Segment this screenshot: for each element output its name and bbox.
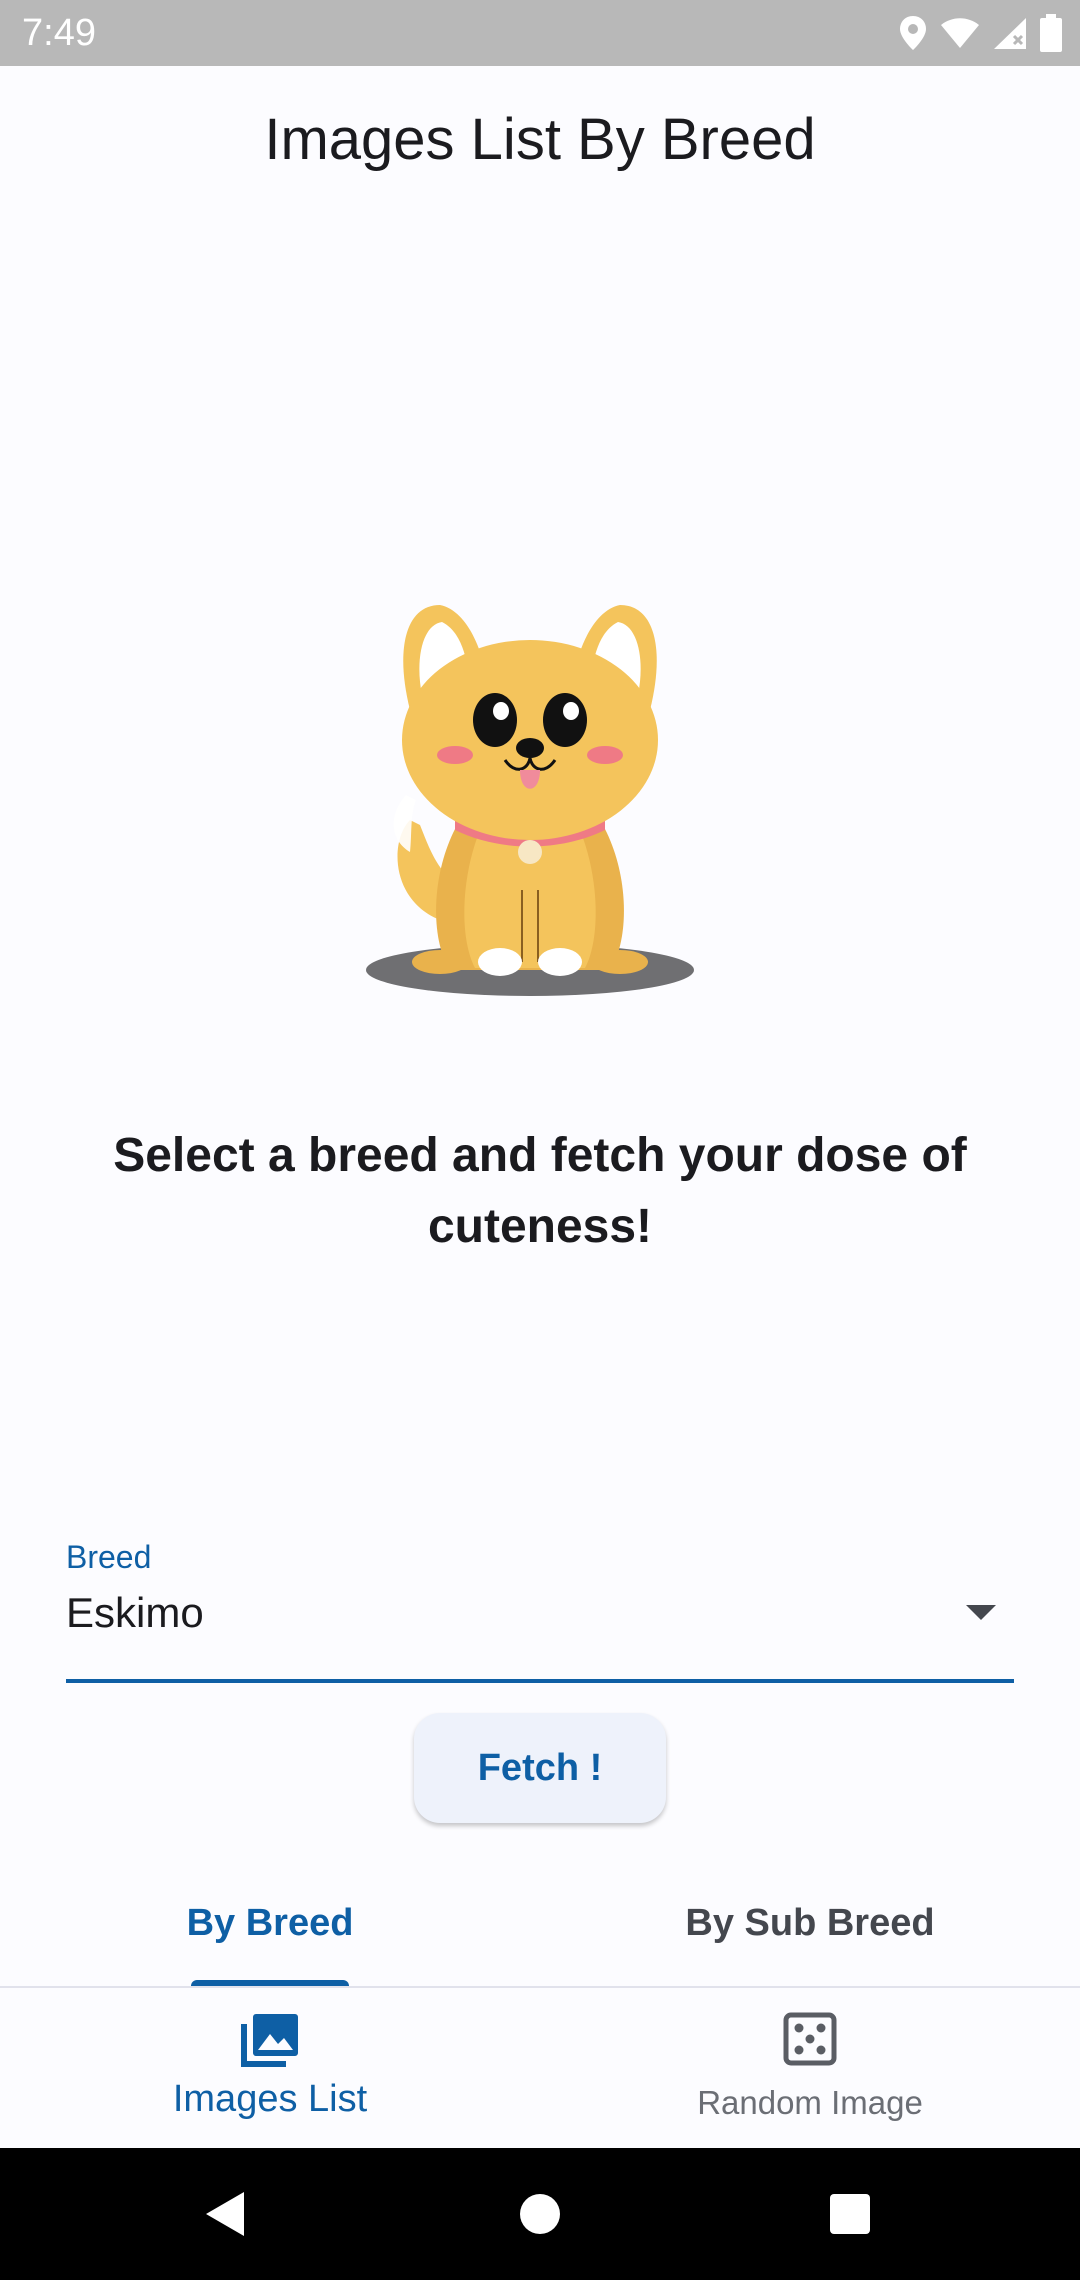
headline-text: Select a breed and fetch your dose of cu… bbox=[113, 1129, 967, 1253]
back-icon[interactable] bbox=[196, 2184, 256, 2244]
dice-icon bbox=[783, 2012, 837, 2071]
dropdown-arrow-icon[interactable] bbox=[966, 1605, 996, 1620]
page-title: Images List By Breed bbox=[264, 107, 816, 172]
signal-icon bbox=[992, 16, 1028, 50]
breed-dropdown[interactable]: Breed Eskimo bbox=[66, 1535, 1014, 1683]
app-screen: 7:49 Images List By Breed Select a breed… bbox=[0, 0, 1080, 2280]
breed-tabs: By Breed By Sub Breed bbox=[0, 1860, 1080, 1988]
breed-label: Breed bbox=[66, 1539, 152, 1575]
breed-underline bbox=[66, 1679, 1014, 1683]
recents-icon[interactable] bbox=[820, 2184, 880, 2244]
system-navigation-bar bbox=[0, 2148, 1080, 2280]
tab-by-breed[interactable]: By Breed bbox=[0, 1860, 540, 1986]
home-icon[interactable] bbox=[510, 2184, 570, 2244]
status-icons bbox=[898, 12, 1062, 54]
cartoon-dog-illustration bbox=[360, 590, 700, 1010]
nav-item-random-image[interactable]: Random Image bbox=[540, 1988, 1080, 2148]
bottom-navigation: Images List Random Image bbox=[0, 1988, 1080, 2148]
battery-icon bbox=[1040, 14, 1062, 52]
wifi-icon bbox=[940, 17, 980, 49]
fetch-button[interactable]: Fetch ! bbox=[414, 1713, 666, 1823]
nav-item-images-list[interactable]: Images List bbox=[0, 1988, 540, 2148]
photo-library-icon bbox=[240, 2012, 300, 2073]
breed-selected-value: Eskimo bbox=[66, 1589, 204, 1636]
nav-label-random-image: Random Image bbox=[697, 2084, 923, 2121]
status-bar: 7:49 bbox=[0, 0, 1080, 66]
nav-label-images-list: Images List bbox=[172, 2078, 368, 2120]
location-icon bbox=[898, 14, 928, 52]
status-time: 7:49 bbox=[22, 12, 96, 54]
tab-by-sub-breed[interactable]: By Sub Breed bbox=[540, 1860, 1080, 1986]
